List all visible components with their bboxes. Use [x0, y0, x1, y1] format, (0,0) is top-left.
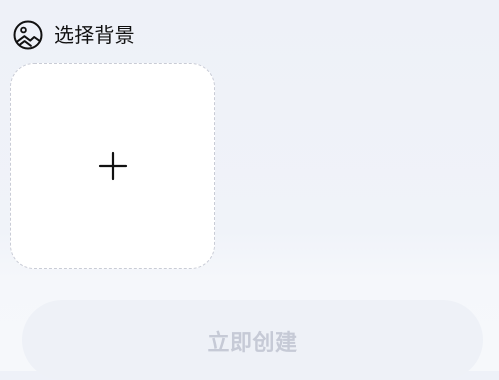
- section-title: 选择背景: [54, 23, 135, 47]
- create-now-button-label: 立即创建: [207, 331, 298, 356]
- landscape-image-icon: [12, 19, 44, 51]
- create-now-button[interactable]: 立即创建: [22, 300, 483, 380]
- section-header: 选择背景: [12, 18, 135, 52]
- plus-icon: [98, 151, 128, 181]
- upload-background-tile[interactable]: [10, 63, 215, 269]
